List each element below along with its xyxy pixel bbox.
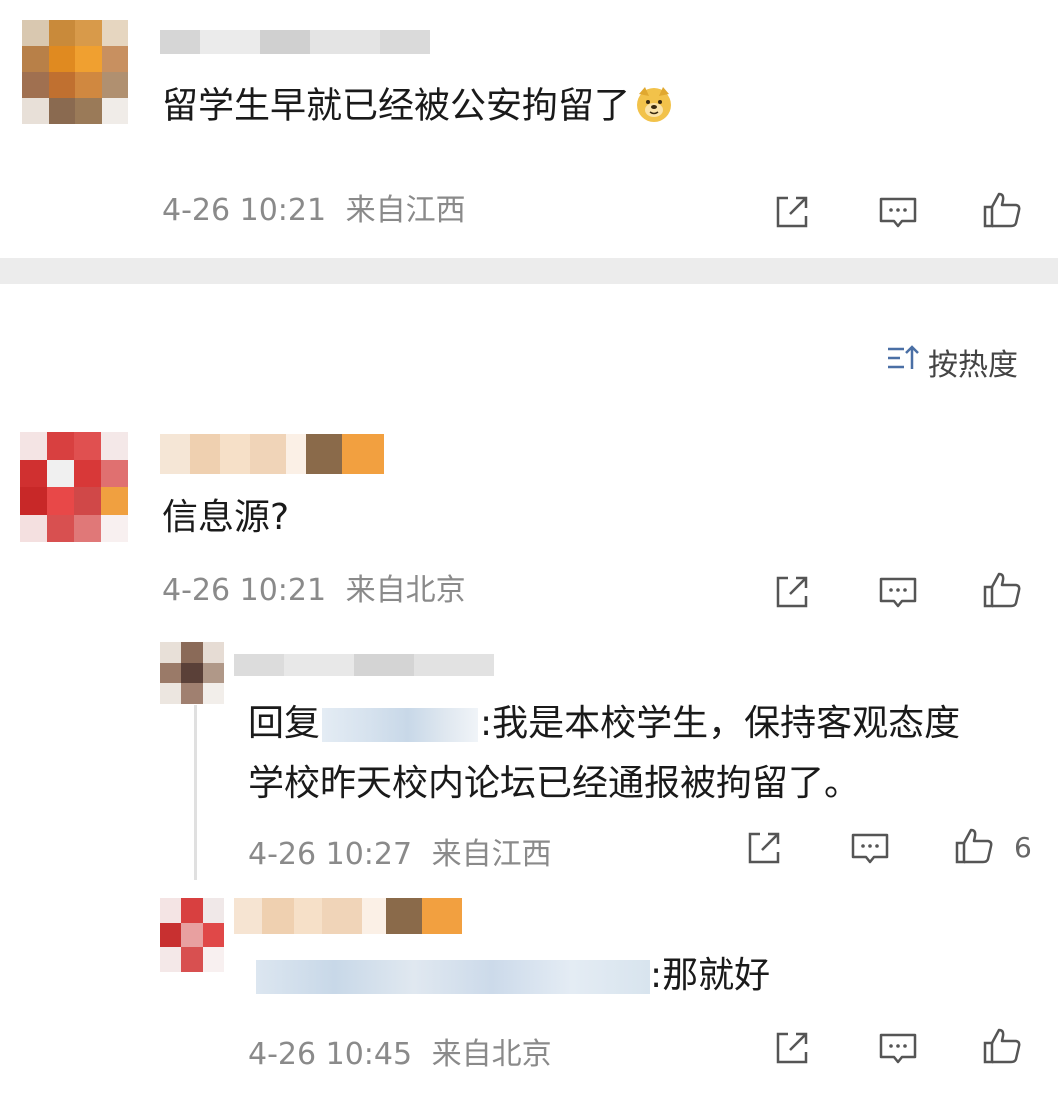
like-icon[interactable] — [980, 188, 1024, 232]
comment-meta: 4-26 10:45 来自北京 — [248, 1040, 552, 1070]
share-icon[interactable] — [742, 826, 786, 870]
sort-icon — [886, 343, 920, 381]
reply-thread-line — [194, 705, 197, 880]
location: 来自北京 — [431, 1037, 552, 1072]
avatar[interactable] — [160, 898, 224, 972]
avatar[interactable] — [22, 20, 128, 124]
reply-mention[interactable] — [256, 960, 650, 994]
share-icon[interactable] — [770, 190, 814, 234]
like-icon[interactable] — [952, 824, 996, 868]
doge-emoji-icon — [634, 84, 674, 131]
username[interactable] — [160, 434, 384, 474]
share-icon[interactable] — [770, 1026, 814, 1070]
reply-text-line-1: 回复:我是本校学生，保持客观态度 — [248, 703, 961, 744]
like-icon[interactable] — [980, 568, 1024, 612]
like-icon[interactable] — [980, 1024, 1024, 1068]
comment-feed: 留学生早就已经被公安拘留了 4-26 10:21 来自江西 按热度 信息源? 4… — [0, 0, 1058, 1104]
location: 来自江西 — [345, 193, 466, 228]
share-icon[interactable] — [770, 570, 814, 614]
comment-text: 信息源? — [162, 497, 290, 538]
location: 来自北京 — [345, 573, 466, 608]
location: 来自江西 — [431, 837, 552, 872]
comment-icon[interactable] — [848, 826, 892, 870]
comment-icon[interactable] — [876, 190, 920, 234]
reply-text-line-2: 学校昨天校内论坛已经通报被拘留了。 — [248, 763, 861, 804]
reply-prefix: 回复 — [248, 703, 321, 744]
username[interactable] — [234, 898, 462, 934]
timestamp: 4-26 10:21 — [162, 573, 327, 608]
comment-icon[interactable] — [876, 1026, 920, 1070]
avatar[interactable] — [20, 432, 128, 542]
comment-icon[interactable] — [876, 570, 920, 614]
reply-text: :那就好 — [256, 958, 770, 994]
avatar[interactable] — [160, 642, 224, 704]
comment-meta: 4-26 10:21 来自北京 — [162, 576, 466, 606]
comment-meta: 4-26 10:21 来自江西 — [162, 196, 466, 226]
username[interactable] — [160, 30, 430, 54]
timestamp: 4-26 10:45 — [248, 1037, 413, 1072]
reply-mention[interactable] — [322, 708, 479, 742]
section-divider — [0, 258, 1058, 284]
timestamp: 4-26 10:21 — [162, 193, 327, 228]
comment-meta: 4-26 10:27 来自江西 — [248, 840, 552, 870]
sort-toggle[interactable]: 按热度 — [886, 340, 1018, 384]
timestamp: 4-26 10:27 — [248, 837, 413, 872]
comment-text: 留学生早就已经被公安拘留了 — [162, 84, 674, 131]
username[interactable] — [234, 654, 494, 676]
like-count: 6 — [1014, 831, 1032, 864]
sort-label: 按热度 — [928, 348, 1018, 383]
